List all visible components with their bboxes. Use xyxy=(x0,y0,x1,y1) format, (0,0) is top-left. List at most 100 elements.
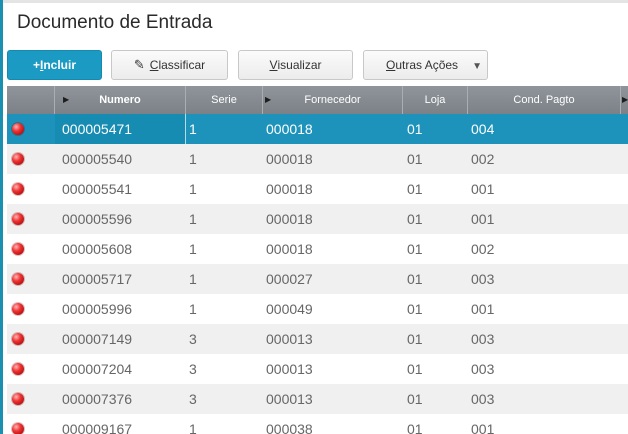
column-arrow-icon: ▶ xyxy=(265,95,272,104)
column-arrow-icon: ▶ xyxy=(63,95,70,104)
incluir-label: ncluir xyxy=(43,58,77,72)
cell-cond-pagto: 004 xyxy=(471,121,495,137)
cell-loja: 01 xyxy=(407,151,423,167)
column-header-loja[interactable]: Loja xyxy=(403,86,468,114)
incluir-button[interactable]: + Incluir xyxy=(7,50,102,80)
cell-loja: 01 xyxy=(407,391,423,407)
cell-cond-pagto: 001 xyxy=(471,211,495,227)
table-row[interactable]: 000007204 3 000013 01 003 xyxy=(7,354,628,384)
cell-serie: 1 xyxy=(189,301,197,317)
outras-acoes-label: utras Ações xyxy=(395,58,459,72)
cell-cond-pagto: 002 xyxy=(471,151,495,167)
cell-numero: 000007204 xyxy=(62,361,133,377)
classificar-button[interactable]: ✎ Classificar xyxy=(111,50,228,80)
cell-serie: 3 xyxy=(189,391,197,407)
status-red-icon xyxy=(12,393,24,405)
cell-numero: 000005596 xyxy=(62,211,133,227)
cell-loja: 01 xyxy=(407,241,423,257)
cell-serie: 1 xyxy=(189,211,197,227)
cell-loja: 01 xyxy=(407,271,423,287)
cell-cond-pagto: 001 xyxy=(471,421,495,434)
status-red-icon xyxy=(12,153,24,165)
table-row[interactable]: 000009167 1 000038 01 001 xyxy=(7,414,628,434)
pencil-icon: ✎ xyxy=(133,57,145,72)
cell-fornecedor: 000013 xyxy=(266,391,313,407)
table-row[interactable]: 000005471 1 000018 01 004 xyxy=(7,114,628,144)
cell-numero: 000005471 xyxy=(55,114,186,144)
cell-fornecedor: 000049 xyxy=(266,301,313,317)
cell-numero: 000005540 xyxy=(62,151,133,167)
cell-cond-pagto: 003 xyxy=(471,331,495,347)
cell-loja: 01 xyxy=(407,331,423,347)
cell-cond-pagto: 003 xyxy=(471,271,495,287)
cell-serie: 3 xyxy=(189,331,197,347)
column-arrow-icon: ▶ xyxy=(622,95,628,104)
column-header-status[interactable] xyxy=(7,86,55,114)
table-row[interactable]: 000005540 1 000018 01 002 xyxy=(7,144,628,174)
table-row[interactable]: 000005717 1 000027 01 003 xyxy=(7,264,628,294)
visualizar-button[interactable]: Visualizar xyxy=(238,50,353,80)
cell-fornecedor: 000018 xyxy=(266,241,313,257)
status-red-icon xyxy=(12,123,24,135)
visualizar-hotkey: V xyxy=(269,58,278,72)
table-row[interactable]: 000005996 1 000049 01 001 xyxy=(7,294,628,324)
column-header-cond-pagto[interactable]: Cond. Pagto xyxy=(468,86,621,114)
table-row[interactable]: 000007376 3 000013 01 003 xyxy=(7,384,628,414)
cell-numero: 000005717 xyxy=(62,271,133,287)
cell-serie: 1 xyxy=(189,181,197,197)
visualizar-label: isualizar xyxy=(277,58,322,72)
cell-cond-pagto: 003 xyxy=(471,391,495,407)
cell-cond-pagto: 001 xyxy=(471,181,495,197)
cell-fornecedor: 000027 xyxy=(266,271,313,287)
window-left-accent xyxy=(0,0,3,434)
cell-loja: 01 xyxy=(407,211,423,227)
documents-grid: Numero Serie Fornecedor Loja Cond. Pagto… xyxy=(7,86,628,434)
cell-loja: 01 xyxy=(407,181,423,197)
cell-fornecedor: 000013 xyxy=(266,331,313,347)
table-row[interactable]: 000005596 1 000018 01 001 xyxy=(7,204,628,234)
column-header-fornecedor[interactable]: Fornecedor xyxy=(263,86,403,114)
cell-fornecedor: 000038 xyxy=(266,421,313,434)
cell-loja: 01 xyxy=(407,301,423,317)
grid-body: 000005471 1 000018 01 004 000005540 1 000018 01 0… xyxy=(7,114,628,434)
outras-acoes-hotkey: O xyxy=(386,58,396,72)
classificar-label: lassificar xyxy=(158,58,206,72)
cell-loja: 01 xyxy=(407,121,423,137)
cell-fornecedor: 000013 xyxy=(266,361,313,377)
cell-cond-pagto: 002 xyxy=(471,241,495,257)
outras-acoes-button[interactable]: Outras Ações ▼ xyxy=(363,50,488,80)
table-row[interactable]: 000007149 3 000013 01 003 xyxy=(7,324,628,354)
cell-loja: 01 xyxy=(407,421,423,434)
incluir-prefix: + xyxy=(32,58,40,72)
cell-numero: 000007149 xyxy=(62,331,133,347)
classificar-hotkey: C xyxy=(149,58,159,72)
status-red-icon xyxy=(12,183,24,195)
grid-header: Numero Serie Fornecedor Loja Cond. Pagto… xyxy=(7,86,628,114)
table-row[interactable]: 000005608 1 000018 01 002 xyxy=(7,234,628,264)
cell-fornecedor: 000018 xyxy=(266,121,313,137)
dropdown-arrow-icon: ▼ xyxy=(472,61,482,72)
status-red-icon xyxy=(12,213,24,225)
status-red-icon xyxy=(12,423,24,434)
cell-fornecedor: 000018 xyxy=(266,151,313,167)
status-red-icon xyxy=(12,333,24,345)
cell-serie: 1 xyxy=(189,421,197,434)
page-title: Documento de Entrada xyxy=(17,12,213,33)
cell-serie: 3 xyxy=(189,361,197,377)
cell-numero: 000007376 xyxy=(62,391,133,407)
status-red-icon xyxy=(12,243,24,255)
window-top-border xyxy=(0,0,628,3)
column-header-serie[interactable]: Serie xyxy=(186,86,263,114)
cell-serie: 1 xyxy=(189,121,197,137)
cell-numero: 000005541 xyxy=(62,181,133,197)
table-row[interactable]: 000005541 1 000018 01 001 xyxy=(7,174,628,204)
cell-serie: 1 xyxy=(189,271,197,287)
status-red-icon xyxy=(12,303,24,315)
cell-loja: 01 xyxy=(407,361,423,377)
cell-cond-pagto: 001 xyxy=(471,301,495,317)
cell-cond-pagto: 003 xyxy=(471,361,495,377)
status-red-icon xyxy=(12,363,24,375)
cell-fornecedor: 000018 xyxy=(266,181,313,197)
column-header-numero[interactable]: Numero xyxy=(55,86,186,114)
cell-fornecedor: 000018 xyxy=(266,211,313,227)
